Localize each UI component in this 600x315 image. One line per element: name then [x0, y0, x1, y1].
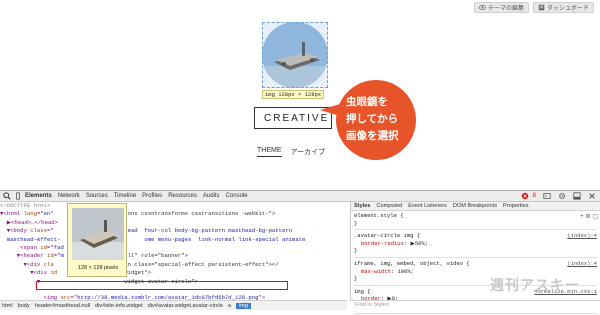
eye-icon [478, 5, 486, 10]
dashboard-icon [538, 4, 545, 11]
dom-node-token: lang [23, 210, 37, 218]
edit-theme-button[interactable]: テーマの編集 [473, 2, 529, 13]
dom-node-token: ▼<div [0, 269, 51, 277]
rule-close: } [354, 219, 358, 227]
blog-page: テーマの編集 ダッシュボード img 128px × 128px CREATIV… [0, 0, 600, 190]
dom-node-token: =" [47, 243, 54, 251]
style-rule[interactable]: .avatar-circle img {(index):4 border-radi… [354, 232, 597, 258]
dom-node-token: <!DOCTYPE html> [0, 202, 51, 209]
dom-node-token: fad [53, 243, 64, 251]
tab-sources[interactable]: Sources [83, 193, 111, 199]
devtools-right-controls: 8 [518, 192, 596, 200]
callout-line-3: 画像を選択 [346, 130, 399, 142]
find-in-styles-input[interactable]: Find in Styles [350, 300, 600, 310]
magnifier-icon[interactable] [3, 192, 11, 200]
dashboard-button[interactable]: ダッシュボード [532, 2, 594, 13]
nav-archive[interactable]: アーカイブ [291, 147, 326, 157]
close-icon[interactable] [588, 192, 596, 200]
tab-dom-breakpoints[interactable]: DOM Breakpoints [450, 203, 500, 209]
callout-text: 虫眼鏡を 押してから 画像を選択 [346, 94, 410, 145]
rule-selector: .avatar-circle img { [354, 232, 421, 240]
tab-profiles[interactable]: Profiles [139, 193, 165, 199]
dom-node-row[interactable]: ▼<html lang="en" ations cssntransforms c… [0, 210, 347, 218]
breadcrumb-item[interactable]: body [18, 303, 30, 309]
dashboard-label: ダッシュボード [546, 6, 589, 12]
rule-source-link[interactable]: (index):4 [567, 232, 597, 240]
breadcrumb-item[interactable]: a [228, 303, 231, 309]
nav-theme[interactable]: THEME [257, 147, 282, 157]
tab-audits[interactable]: Audits [200, 193, 223, 199]
callout-line-2: 押してから [346, 113, 399, 125]
rule-source-link[interactable]: (index):4 [567, 260, 597, 268]
rule-selector: element.style { [354, 212, 404, 219]
breadcrumb: html body header#masthead.null div#site-inf… [0, 300, 347, 310]
dom-node-token: ▼<html [0, 210, 24, 218]
dom-node-row[interactable]: ▼<div cla span class="special-effect per… [0, 261, 347, 269]
style-rule[interactable]: element.style {} [354, 212, 597, 231]
callout-line-1: 虫眼鏡を [346, 96, 388, 108]
devtools-tabbar: Elements Network Sources Timeline Profil… [0, 191, 600, 202]
dom-node-token: ▼ [0, 277, 41, 285]
device-mode-icon[interactable] [14, 192, 22, 200]
tab-event-listeners[interactable]: Event Listeners [405, 203, 450, 209]
tab-network[interactable]: Network [55, 193, 83, 199]
styles-tabbar: Styles Computed Event Listeners DOM Brea… [351, 202, 600, 211]
dom-node-row[interactable]: masthead-effect- ome menu-pages link-nor… [0, 236, 347, 244]
dom-node-token: ▶<head>…</head> [0, 218, 59, 226]
blog-nav: THEME アーカイブ [257, 147, 325, 157]
dom-node-token: masthead-effect- ome menu-pages link-nor… [0, 235, 313, 243]
dock-icon[interactable] [573, 192, 581, 200]
property-name: max-width [361, 267, 391, 275]
watermark-logo: 週刊アスキー [490, 277, 580, 293]
dom-node-token: class [30, 227, 48, 235]
edit-theme-label: テーマの編集 [487, 6, 524, 12]
tab-resources[interactable]: Resources [165, 193, 200, 199]
dom-node-token: cla [43, 260, 54, 268]
console-drawer-icon[interactable] [543, 192, 551, 200]
dom-node-row[interactable]: <span id="fad [0, 244, 347, 252]
tab-properties[interactable]: Properties [500, 203, 532, 209]
dom-node-token: id [40, 243, 48, 251]
dom-node-token: =" [36, 210, 44, 218]
tab-console[interactable]: Console [223, 193, 251, 199]
property-value: ▶50%; [410, 239, 428, 247]
tab-elements[interactable]: Elements [22, 193, 55, 199]
dom-node-token: ▼<header [0, 252, 47, 260]
img-size-tooltip: img 128px × 128px [262, 90, 325, 99]
preview-photo [72, 208, 124, 260]
avatar-selection-highlight [262, 22, 328, 88]
dom-node-token: ▼<body [0, 227, 31, 235]
breadcrumb-item[interactable]: header#masthead.null [35, 303, 90, 309]
dom-node-row[interactable]: ▼<body class=" lead four-col body-bg-pat… [0, 227, 347, 235]
top-buttons: テーマの編集 ダッシュボード [473, 2, 594, 13]
rule-declaration[interactable]: border-radius: ▶50%; [354, 240, 597, 248]
breadcrumb-item[interactable]: div#site-info.widget [95, 303, 143, 309]
tab-computed[interactable]: Computed [373, 203, 405, 209]
dom-node-row[interactable]: <!DOCTYPE html> [0, 202, 347, 210]
preview-thumbnail [72, 208, 124, 260]
image-hover-preview: 128 × 128 pixels [67, 203, 127, 277]
dom-node-row[interactable]: ▼<div id ,widget"> [0, 269, 347, 277]
breadcrumb-item[interactable]: div#avatar.widget.avatar-circle [148, 303, 223, 309]
rule-close: } [354, 247, 358, 255]
breadcrumb-item-selected[interactable]: img [236, 302, 252, 309]
error-icon [521, 192, 528, 200]
rule-selector: iframe, img, embed, object, video { [354, 259, 470, 267]
dom-node-token: =" [47, 227, 54, 235]
selected-img-node-highlight [36, 281, 288, 290]
dom-node-token: <span [0, 243, 41, 251]
breadcrumb-item[interactable]: html [2, 303, 13, 309]
gear-icon[interactable] [558, 192, 566, 200]
dom-node-row[interactable]: ▼<header id="m ll" role="banner"> [0, 252, 347, 260]
dom-node-token: id [47, 252, 54, 260]
error-count: 8 [532, 193, 536, 199]
preview-size-label: 128 × 128 pixels [77, 265, 119, 271]
property-value: 100%; [397, 267, 414, 275]
dom-node-row[interactable]: ▶<head>…</head> [0, 219, 347, 227]
property-name: border-radius [361, 239, 404, 247]
tab-timeline[interactable]: Timeline [111, 193, 139, 199]
dom-node-token: ▼<div [0, 260, 44, 268]
tab-styles[interactable]: Styles [351, 203, 373, 209]
